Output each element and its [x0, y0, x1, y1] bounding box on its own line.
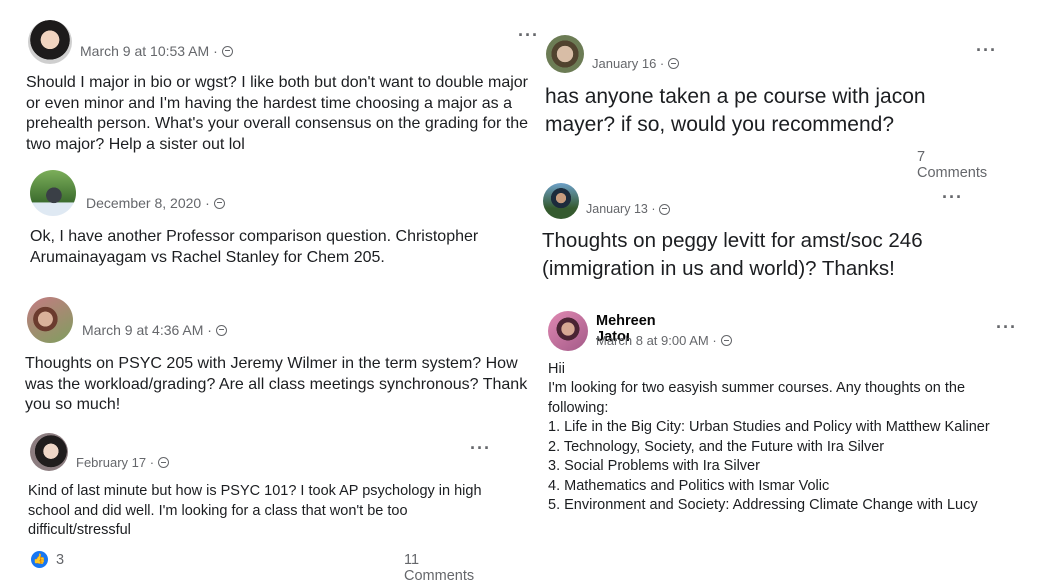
globe-icon: [213, 197, 225, 209]
globe-icon: [659, 203, 671, 215]
globe-icon: [215, 324, 227, 336]
more-options-icon[interactable]: ···: [942, 188, 963, 206]
avatar[interactable]: [543, 183, 579, 219]
post-text: Should I major in bio or wgst? I like bo…: [26, 74, 529, 153]
list-item: 3. Social Problems with Ira Silver: [548, 458, 760, 474]
avatar[interactable]: [30, 433, 68, 471]
post-timestamp[interactable]: December 8, 2020 ·: [86, 195, 225, 211]
globe-icon: [720, 335, 732, 346]
avatar[interactable]: [548, 311, 588, 351]
list-item: 5. Environment and Society: Addressing C…: [548, 497, 978, 513]
post-text: Kind of last minute but how is PSYC 101?…: [28, 483, 482, 538]
post-timestamp[interactable]: January 16 ·: [592, 56, 680, 71]
list-item: 1. Life in the Big City: Urban Studies a…: [548, 419, 990, 435]
comments-link[interactable]: 7 Comments: [917, 149, 987, 181]
post-text: Thoughts on PSYC 205 with Jeremy Wilmer …: [25, 355, 528, 413]
like-count[interactable]: 3: [56, 552, 64, 568]
post-timestamp[interactable]: March 8 at 9:00 AM ·: [596, 333, 732, 348]
course-list: 1. Life in the Big City: Urban Studies a…: [548, 418, 1038, 516]
post-text: Ok, I have another Professor comparison …: [30, 228, 479, 266]
post-timestamp[interactable]: March 9 at 10:53 AM ·: [80, 43, 233, 59]
post-greeting: Hii: [548, 361, 565, 377]
more-options-icon[interactable]: ···: [470, 439, 491, 457]
globe-icon: [221, 45, 233, 57]
avatar[interactable]: [546, 35, 584, 73]
more-options-icon[interactable]: ···: [518, 26, 539, 44]
globe-icon: [158, 457, 170, 468]
post-intro: I'm looking for two easyish summer cours…: [548, 380, 966, 416]
globe-icon: [668, 58, 680, 69]
post-text: has anyone taken a pe course with jacon …: [545, 85, 926, 136]
post-text: Thoughts on peggy levitt for amst/soc 24…: [542, 229, 923, 280]
post-timestamp[interactable]: January 13 ·: [586, 202, 671, 216]
post-timestamp[interactable]: February 17 ·: [76, 455, 170, 470]
list-item: 4. Mathematics and Politics with Ismar V…: [548, 477, 830, 494]
comments-link[interactable]: 11 Comments: [404, 552, 474, 584]
more-options-icon[interactable]: ···: [976, 41, 997, 59]
post-timestamp[interactable]: March 9 at 4:36 AM ·: [82, 322, 227, 338]
list-item: 2. Technology, Society, and the Future w…: [548, 438, 885, 455]
avatar[interactable]: [30, 170, 76, 216]
more-options-icon[interactable]: ···: [996, 318, 1017, 336]
like-icon[interactable]: 👍: [31, 551, 48, 568]
avatar[interactable]: [27, 297, 73, 343]
avatar[interactable]: [28, 20, 72, 64]
